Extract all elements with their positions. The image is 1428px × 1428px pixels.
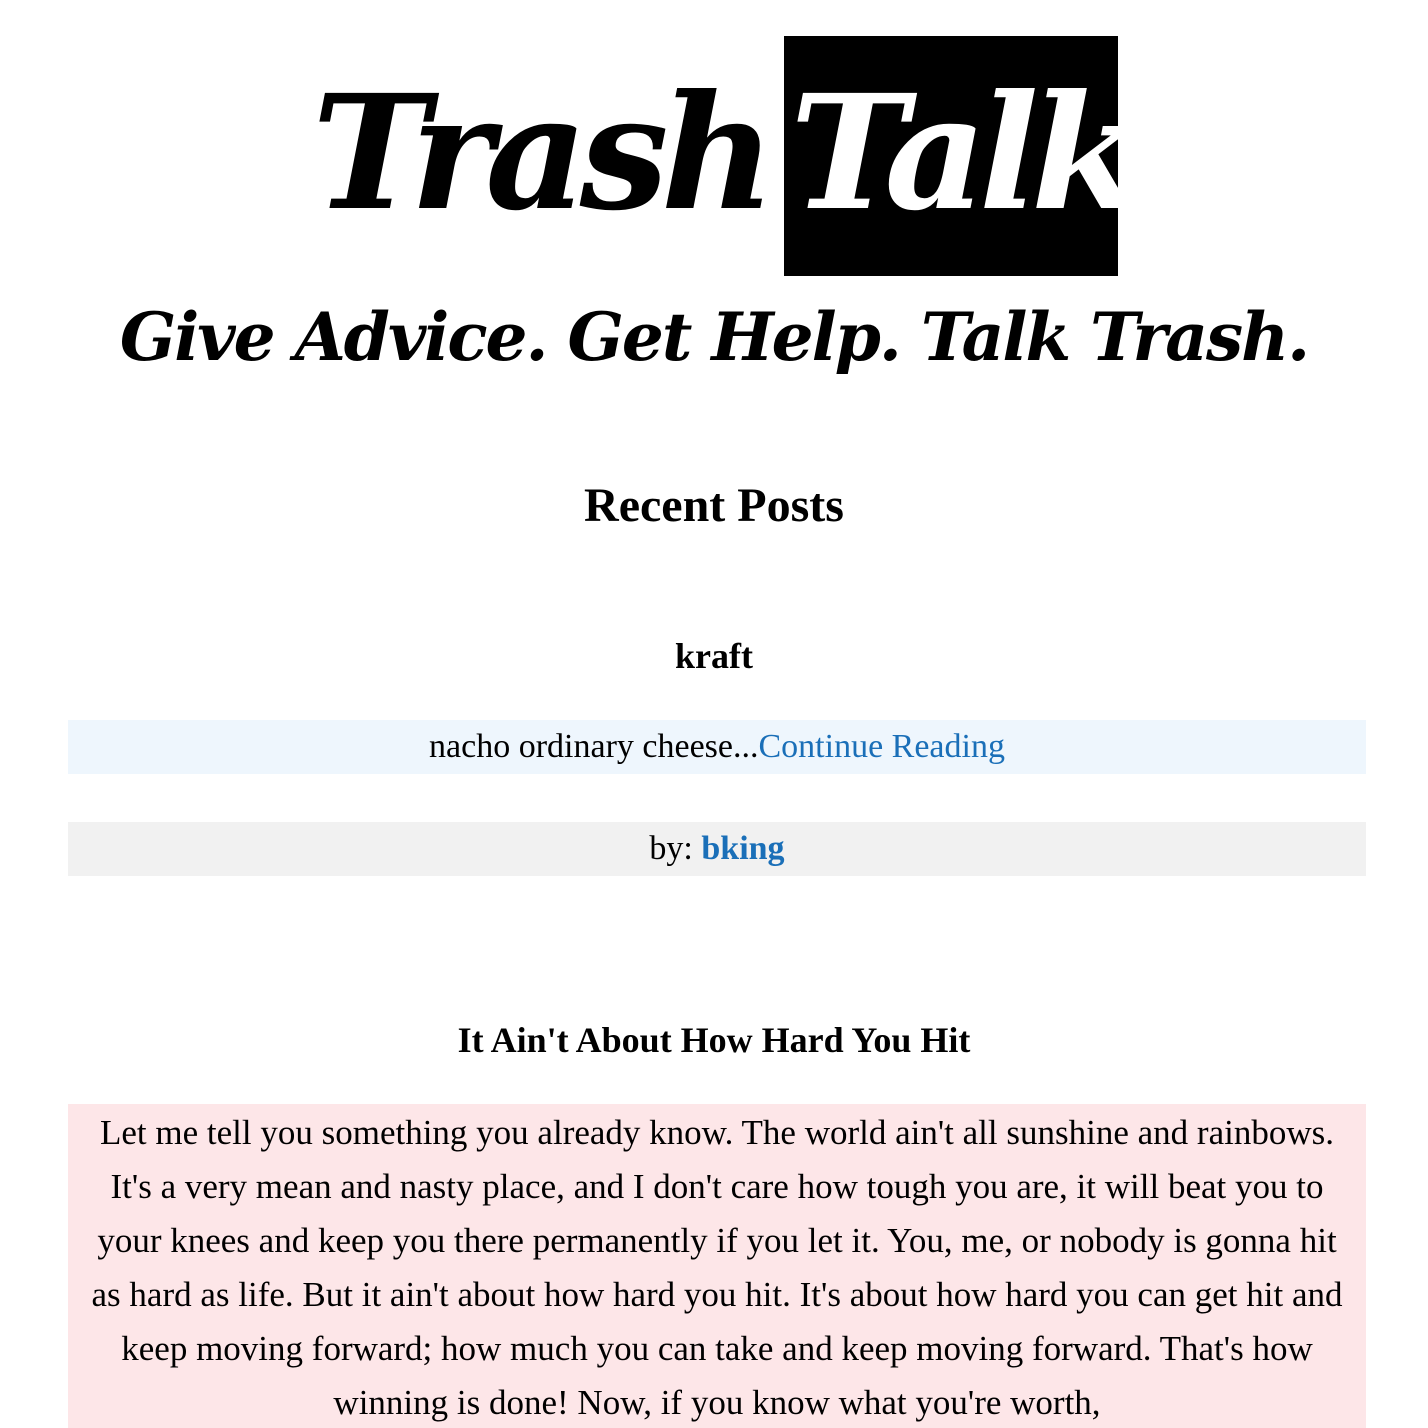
byline-label: by:: [649, 830, 693, 867]
post-excerpt-text: nacho ordinary cheese...: [429, 728, 759, 765]
post-excerpt: Let me tell you something you already kn…: [68, 1104, 1366, 1428]
logo-talk-box: Talk: [784, 36, 1118, 276]
logo-word-trash: Trash: [312, 61, 776, 246]
site-logo[interactable]: Trash Talk: [0, 36, 1428, 276]
continue-reading-link[interactable]: Continue Reading: [759, 728, 1005, 765]
author-link[interactable]: bking: [701, 830, 784, 867]
post-excerpt: nacho ordinary cheese...Continue Reading: [68, 720, 1366, 774]
post-byline: by: bking: [68, 822, 1366, 876]
recent-posts-heading: Recent Posts: [584, 479, 844, 532]
page: Trash Talk Give Advice. Get Help. Talk T…: [0, 0, 1428, 1428]
logo-word-talk: Talk: [790, 61, 1118, 246]
site-tagline: Give Advice. Get Help. Talk Trash.: [119, 298, 1310, 376]
post-title: It Ain't About How Hard You Hit: [457, 1020, 971, 1060]
post-title: kraft: [675, 636, 753, 676]
